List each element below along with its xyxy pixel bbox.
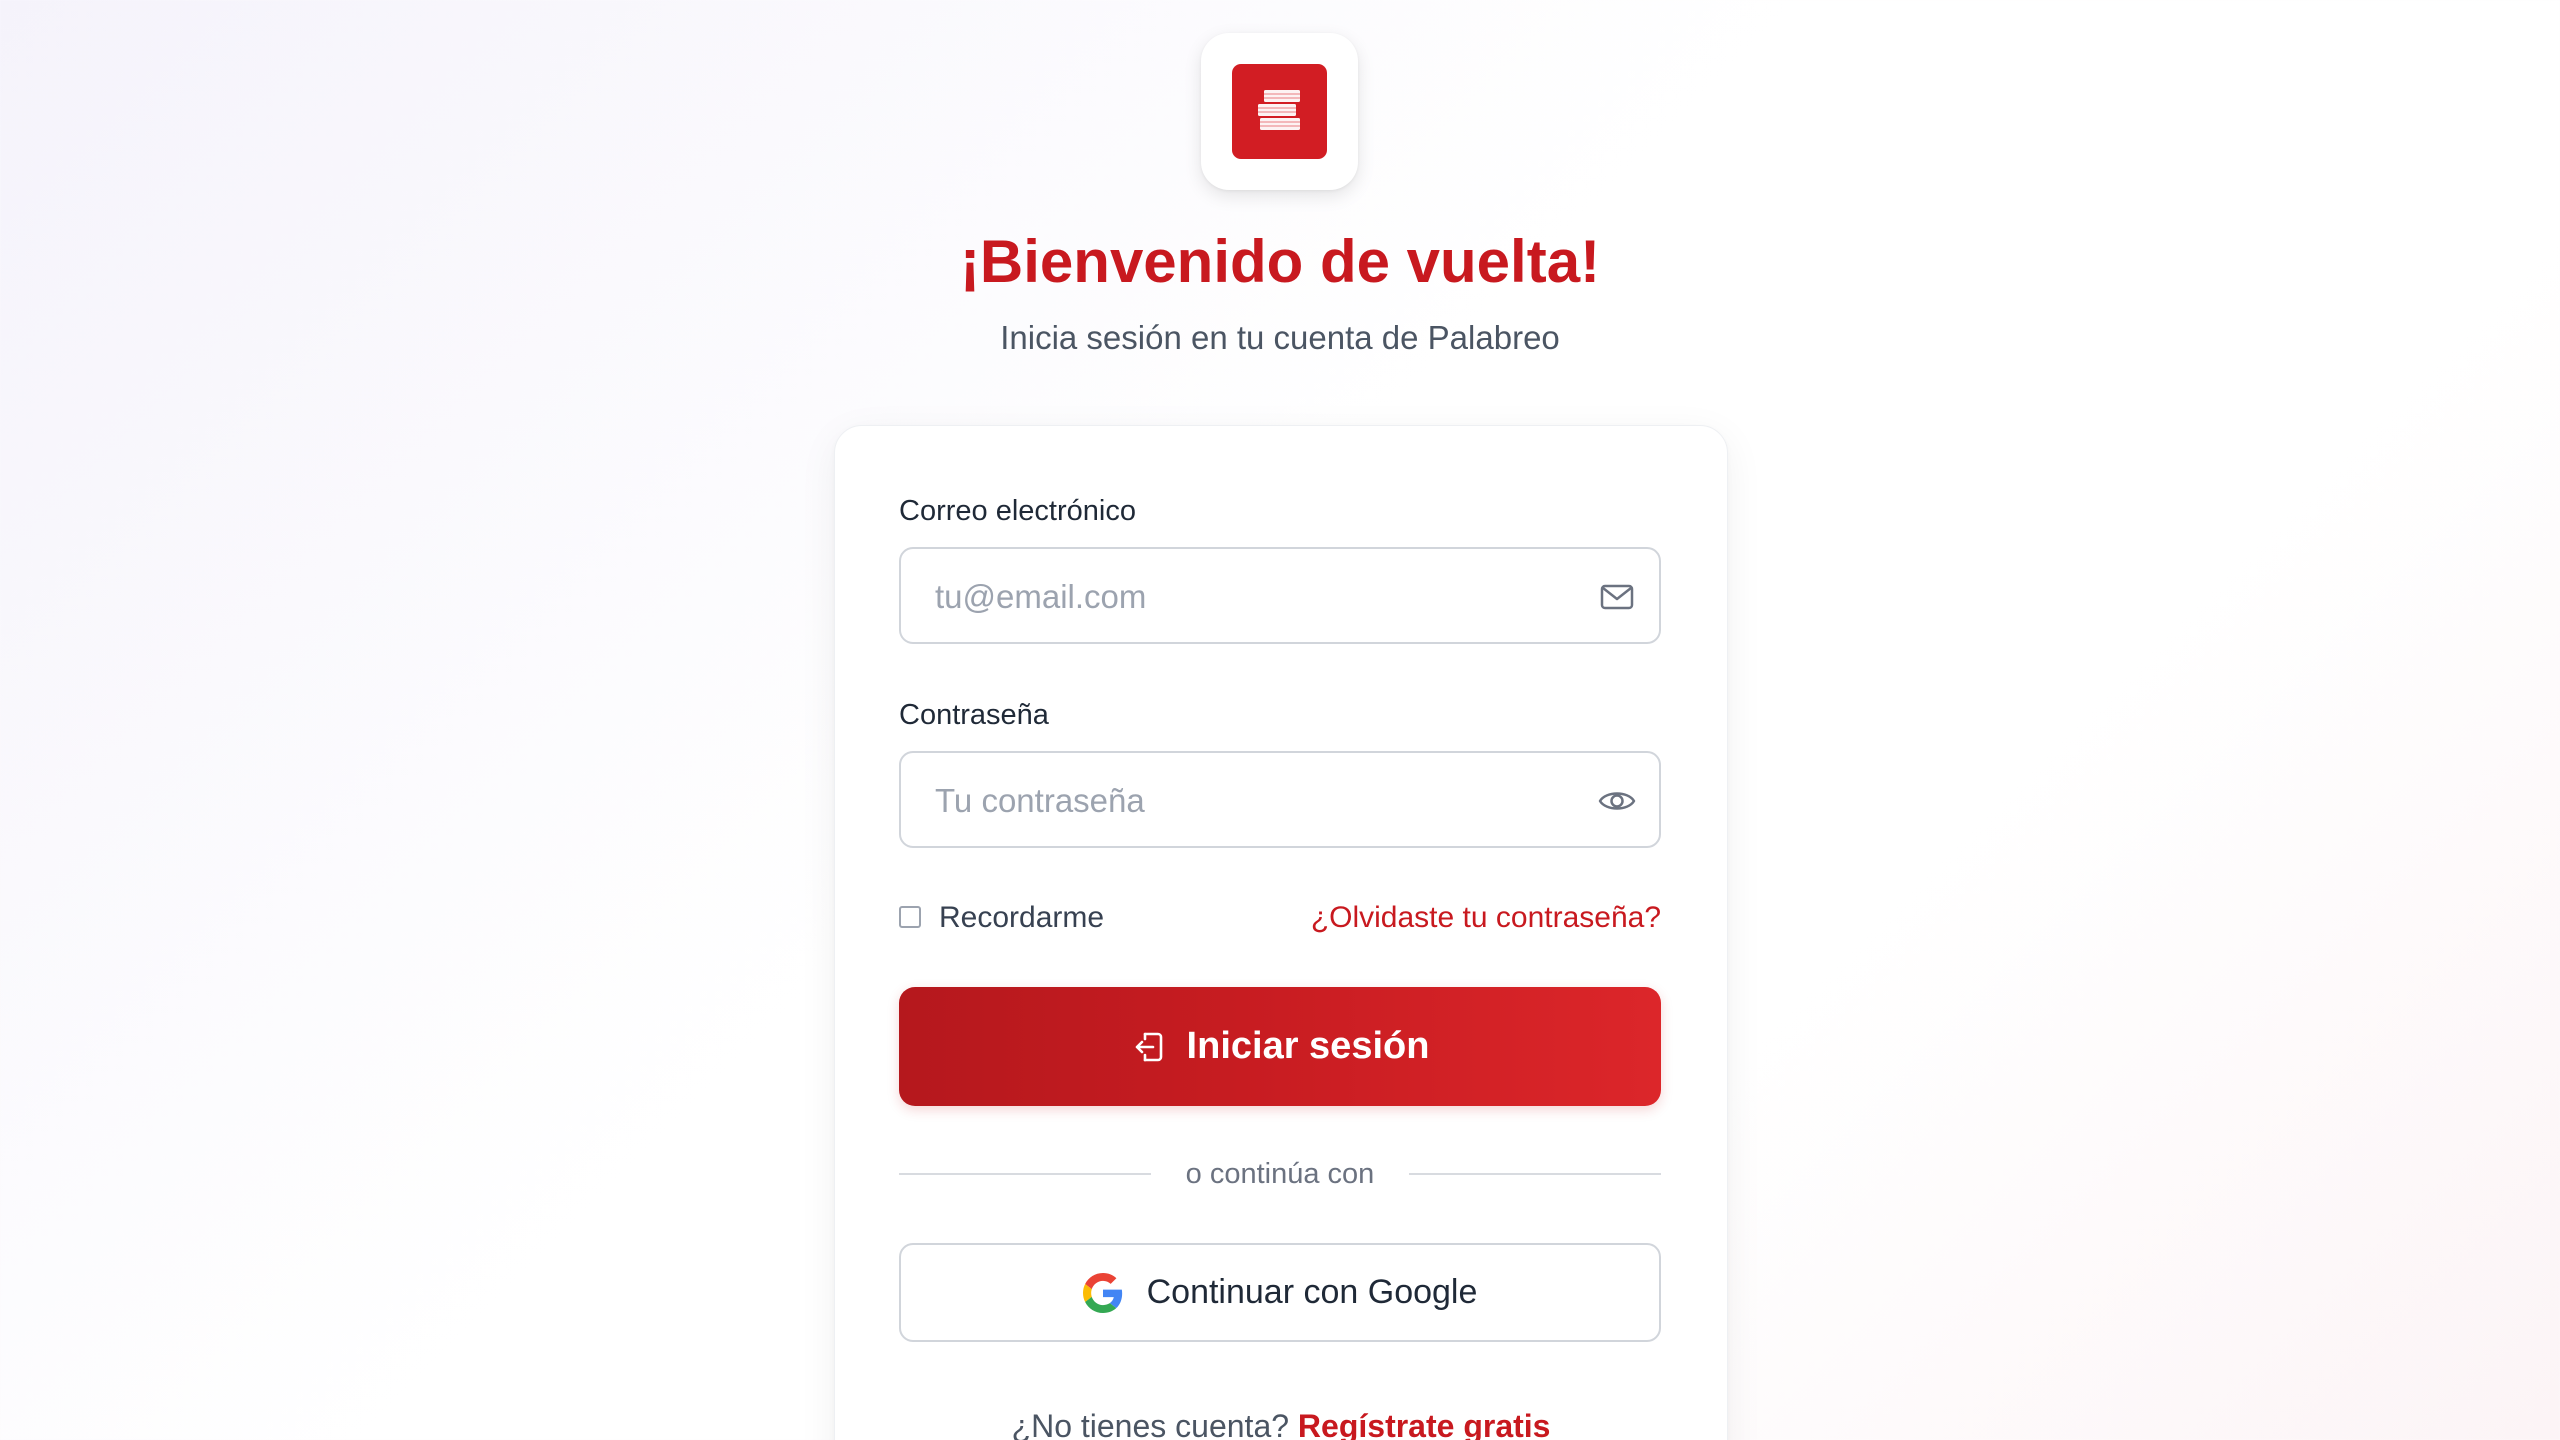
login-options-row: Recordarme ¿Olvidaste tu contraseña? <box>899 899 1661 939</box>
password-field[interactable] <box>933 753 1577 848</box>
email-label: Correo electrónico <box>899 495 1136 527</box>
email-field[interactable] <box>933 549 1577 644</box>
login-button[interactable]: Iniciar sesión <box>899 987 1661 1106</box>
page-title: ¡Bienvenido de vuelta! <box>959 228 1601 295</box>
signup-link[interactable]: Regístrate gratis <box>1298 1408 1551 1440</box>
app-logo <box>1201 33 1358 190</box>
password-label: Contraseña <box>899 699 1049 731</box>
login-button-label: Iniciar sesión <box>1186 1025 1430 1067</box>
page-subtitle: Inicia sesión en tu cuenta de Palabreo <box>1000 319 1560 356</box>
forgot-password-link[interactable]: ¿Olvidaste tu contraseña? <box>1311 899 1661 937</box>
books-stack-icon <box>1232 64 1327 159</box>
password-field-wrapper <box>899 751 1661 848</box>
signup-prompt: ¿No tienes cuenta? <box>1011 1408 1290 1440</box>
divider-line-right <box>1409 1173 1661 1175</box>
mail-icon <box>1600 584 1634 610</box>
signup-row: ¿No tienes cuenta? Regístrate gratis <box>835 1404 1727 1440</box>
eye-icon[interactable] <box>1597 781 1637 821</box>
email-field-wrapper <box>899 547 1661 644</box>
google-login-button[interactable]: Continuar con Google <box>899 1243 1661 1342</box>
remember-checkbox[interactable] <box>899 906 921 928</box>
google-button-label: Continuar con Google <box>1146 1273 1478 1311</box>
login-icon <box>1135 1032 1162 1061</box>
remember-label[interactable]: Recordarme <box>939 899 1104 937</box>
google-icon <box>1082 1272 1122 1313</box>
divider: o continúa con <box>899 1154 1661 1194</box>
login-card: Correo electrónico Contraseña Recordarme… <box>834 425 1728 1440</box>
